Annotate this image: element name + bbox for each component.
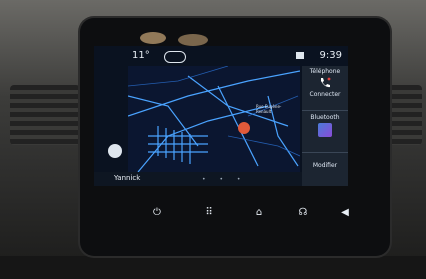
- outside-temperature: 11°: [132, 50, 150, 61]
- right-air-vent: [386, 85, 422, 145]
- light-reflection: [140, 32, 166, 44]
- phone-tile[interactable]: Téléphone Connecter: [302, 68, 348, 98]
- phone-signal-icon: [296, 52, 304, 59]
- toggle-pill-icon[interactable]: [164, 51, 186, 63]
- tile-divider: [302, 110, 348, 111]
- power-icon[interactable]: ⏻: [150, 206, 164, 220]
- tile-divider: [302, 152, 348, 153]
- connect-label: Connecter: [309, 91, 341, 98]
- bluetooth-icon: [318, 123, 332, 137]
- modify-label: Modifier: [312, 162, 338, 169]
- navigation-map[interactable]: Rue Eugène-Renault: [127, 65, 301, 173]
- home-bottom-bar: Yannick • • •: [94, 172, 302, 186]
- infotainment-screen: 11° 9:39 Rue Eugène-Renault Yannick • • …: [94, 46, 348, 186]
- center-console: [0, 256, 426, 279]
- modify-button[interactable]: Modifier: [302, 162, 348, 169]
- hardware-button-bar: ⏻ ⠿ ⌂ ☊ ◀: [100, 200, 350, 224]
- bluetooth-tile[interactable]: Bluetooth: [302, 114, 348, 139]
- voice-icon[interactable]: ☊: [296, 206, 310, 220]
- street-name-label: Rue Eugène-Renault: [256, 104, 282, 114]
- home-icon[interactable]: ⌂: [252, 206, 266, 220]
- phone-label: Téléphone: [309, 68, 341, 75]
- bluetooth-label: Bluetooth: [310, 114, 340, 121]
- status-bar: 11° 9:39: [94, 46, 348, 66]
- user-profile-name[interactable]: Yannick: [114, 174, 140, 182]
- navigation-arrow-icon[interactable]: [108, 144, 122, 158]
- map-roads: [127, 65, 301, 173]
- current-position-marker: [238, 122, 250, 134]
- page-indicator: • • •: [202, 176, 247, 183]
- volume-icon[interactable]: ◀: [338, 206, 352, 220]
- left-air-vent: [10, 85, 80, 145]
- clock: 9:39: [319, 50, 342, 61]
- phone-widget: Téléphone Connecter Bluetooth Modifier: [302, 66, 348, 186]
- light-reflection: [178, 34, 208, 46]
- phone-icon: [321, 77, 331, 88]
- apps-grid-icon[interactable]: ⠿: [202, 206, 216, 220]
